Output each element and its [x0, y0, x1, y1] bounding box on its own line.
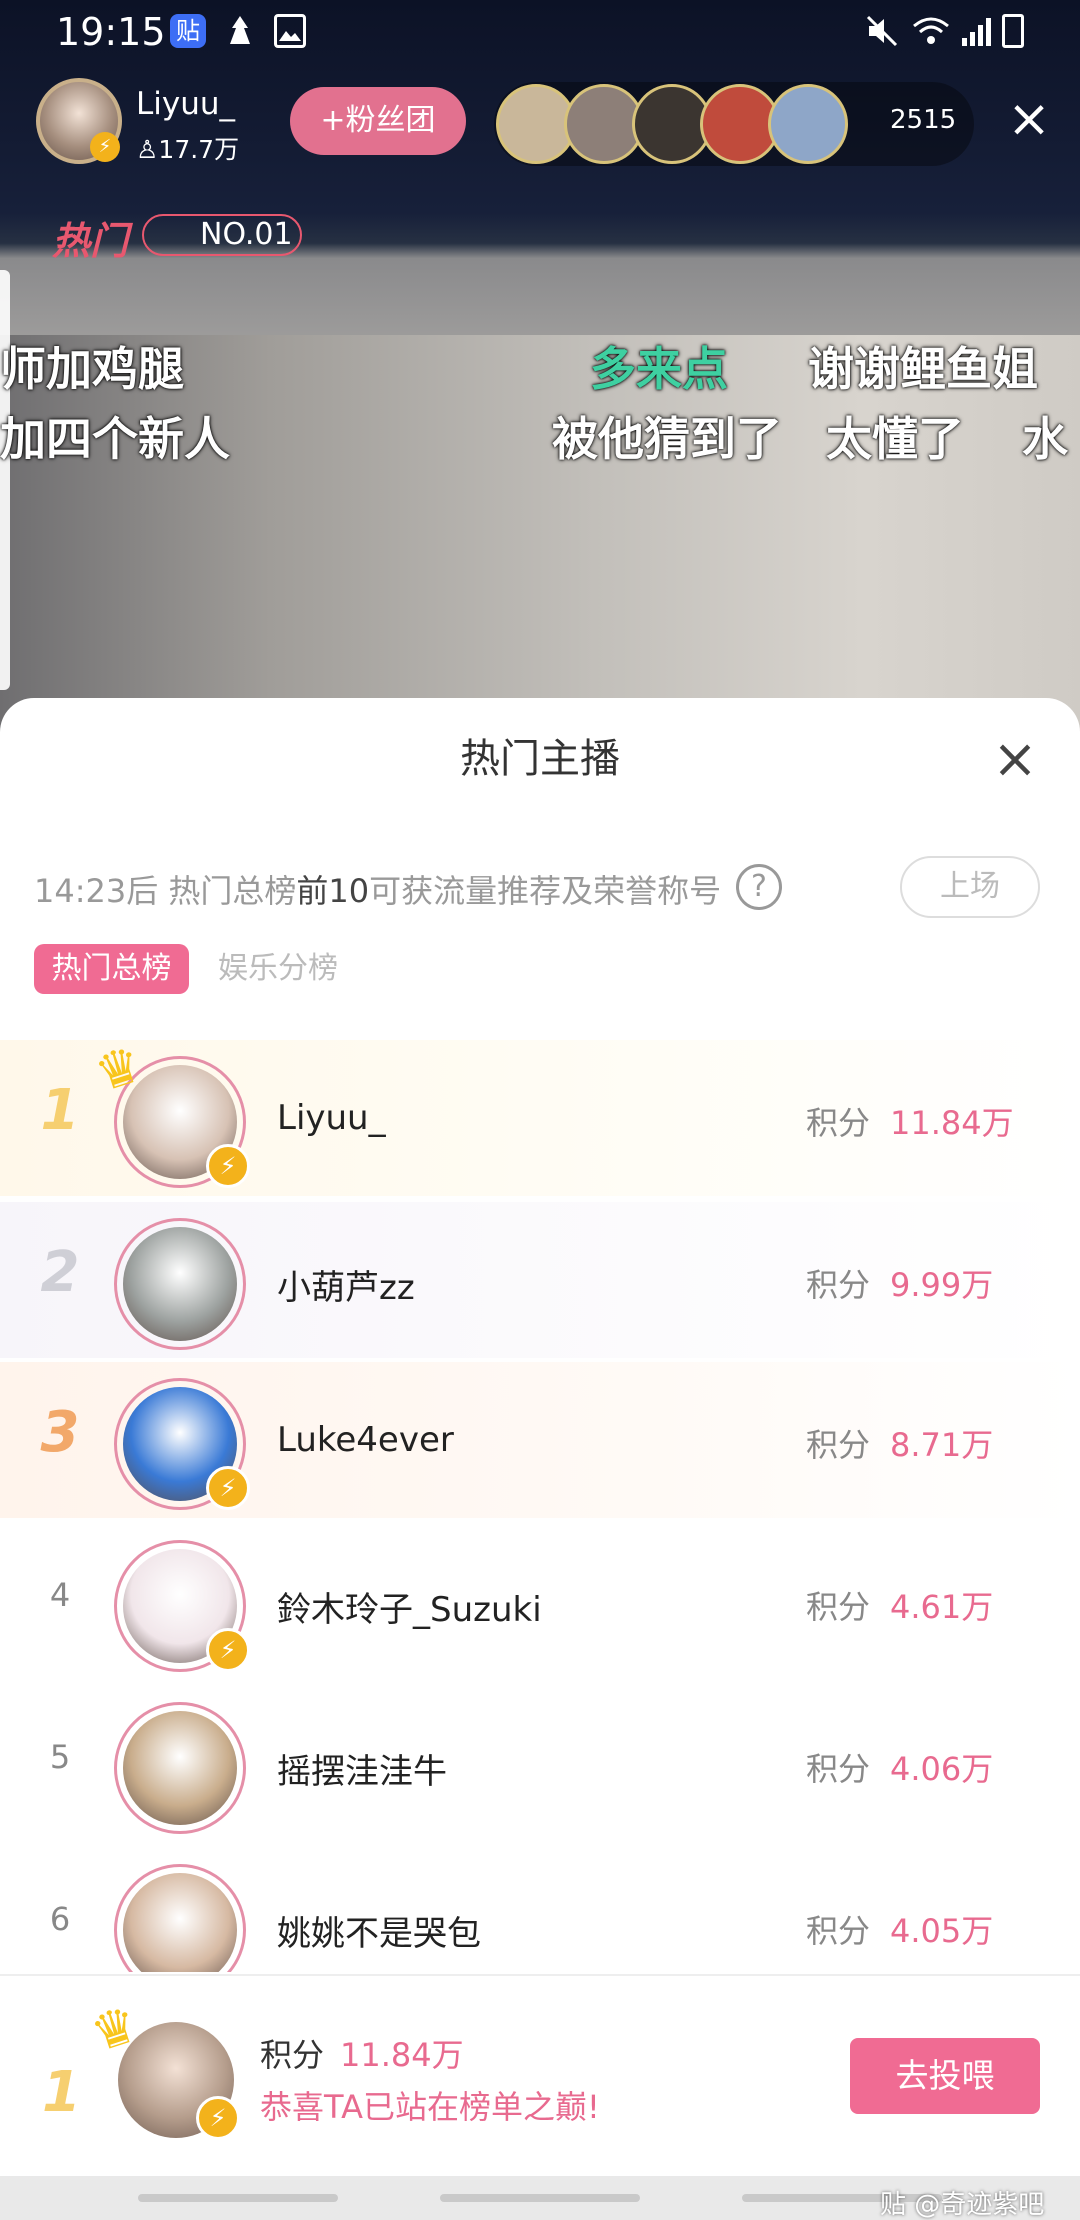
score-value: 11.84万 — [890, 1104, 1014, 1142]
hot-rank-tag[interactable]: NO.01 热门 — [52, 210, 302, 263]
status-time: 19:15 — [56, 10, 166, 54]
footer-congrats: 恭喜TA已站在榜单之巅! — [260, 2088, 600, 2126]
hot-rank-label: 热门 — [52, 219, 129, 263]
rank-number: 5 — [49, 1738, 71, 1776]
score-label: 积分 — [806, 1266, 871, 1304]
ranking-row[interactable]: 1 ♛ ⚡ Liyuu_ 积分 11.84万 — [0, 1040, 1080, 1200]
lightning-badge-icon: ⚡ — [196, 2096, 240, 2140]
score-value: 4.61万 — [890, 1588, 994, 1626]
score-label: 积分 — [806, 1588, 871, 1626]
score-label: 积分 — [806, 1750, 871, 1788]
ranking-list[interactable]: 1 ♛ ⚡ Liyuu_ 积分 11.84万 2 小葫芦zz 积分 9.99万 3 ⚡ Luke4eve… — [0, 1040, 1080, 1972]
score-value: 4.06万 — [890, 1750, 994, 1788]
score-label: 积分 — [806, 1104, 871, 1142]
danmaku-comment: 师加鸡腿 — [0, 342, 184, 396]
close-sheet-icon[interactable]: × — [990, 732, 1040, 786]
danmaku-comment: 谢谢鲤鱼姐 — [808, 342, 1038, 396]
footer-score-value: 11.84万 — [340, 2036, 464, 2074]
streamer-name[interactable]: 鈴木玲子_Suzuki — [277, 1582, 542, 1631]
ranking-row[interactable]: 5 摇摆洼洼牛 积分 4.06万 — [0, 1686, 1080, 1846]
lightning-badge-icon: ⚡ — [90, 132, 120, 162]
tab-entertainment[interactable]: 娱乐分榜 — [218, 944, 338, 994]
app-notification-icon — [224, 14, 256, 48]
score-label: 积分 — [806, 1912, 871, 1950]
rank-number: 2 — [40, 1240, 80, 1305]
nav-home[interactable] — [440, 2194, 640, 2202]
score-label: 积分 — [806, 1426, 871, 1464]
viewer-count[interactable]: 2515 — [890, 105, 956, 135]
image-notification-icon — [274, 14, 306, 48]
nav-back[interactable] — [138, 2194, 338, 2202]
join-ranking-button[interactable]: 上场 — [900, 856, 1040, 918]
lightning-badge-icon: ⚡ — [206, 1466, 250, 1510]
streamer-name[interactable]: Liyuu_ — [277, 1098, 386, 1138]
rank-avatar[interactable] — [114, 1702, 246, 1834]
rank-number: 6 — [49, 1900, 71, 1938]
rank-number: 4 — [49, 1576, 71, 1614]
viewer-avatar[interactable] — [768, 84, 848, 164]
rank-avatar[interactable] — [114, 1218, 246, 1350]
score-value: 8.71万 — [890, 1426, 994, 1464]
streamer-name[interactable]: 摇摆洼洼牛 — [277, 1744, 447, 1793]
ranking-row[interactable]: 6 姚姚不是哭包 积分 4.05万 — [0, 1848, 1080, 1972]
current-host-summary: 1 ♛ ⚡ 积分 11.84万 恭喜TA已站在榜单之巅! 去投喂 — [0, 1974, 1080, 2174]
status-bar: 19:15 贴 — [0, 0, 1080, 62]
fan-club-button[interactable]: +粉丝团 — [290, 87, 466, 155]
danmaku-comment: 太懂了 — [826, 412, 964, 466]
hot-streamers-sheet: 热门主播 × 14:23后 热门总榜前10可获流量推荐及荣誉称号 ? 上场 热门… — [0, 698, 1080, 2220]
followers-icon: ♙ — [136, 135, 159, 164]
streamer-name[interactable]: 姚姚不是哭包 — [277, 1906, 481, 1955]
rank-number: 3 — [40, 1400, 80, 1465]
host-name[interactable]: Liyuu_ — [136, 86, 235, 122]
tieba-notification-icon: 贴 — [170, 14, 206, 48]
signal-icon — [960, 14, 992, 48]
help-icon[interactable]: ? — [736, 864, 782, 910]
watermark: 贴 @奇迹紫吧 — [880, 2190, 1045, 2220]
danmaku-comment: 多来点 — [590, 342, 728, 396]
mute-icon — [865, 14, 899, 48]
rank-avatar[interactable] — [114, 1864, 246, 1972]
ranking-row[interactable]: 3 ⚡ Luke4ever 积分 8.71万 — [0, 1362, 1080, 1522]
sheet-title: 热门主播 — [460, 736, 620, 782]
close-stream-icon[interactable]: × — [1004, 93, 1054, 145]
tab-hot-total[interactable]: 热门总榜 — [34, 944, 189, 994]
system-nav-bar: 贴 @奇迹紫吧 — [0, 2176, 1080, 2220]
rank-number: 1 — [40, 1078, 80, 1143]
danmaku-comment: 被他猜到了 — [552, 412, 782, 466]
danmaku-comment: 水 — [1022, 412, 1068, 466]
gift-vote-button[interactable]: 去投喂 — [850, 2038, 1040, 2114]
ranking-row[interactable]: 4 ⚡ 鈴木玲子_Suzuki 积分 4.61万 — [0, 1524, 1080, 1684]
hot-rank-number: NO.01 — [142, 214, 302, 256]
battery-icon — [1002, 14, 1024, 48]
danmaku-comment: 加四个新人 — [0, 412, 230, 466]
score-value: 4.05万 — [890, 1912, 994, 1950]
host-fan-count: ♙17.7万 — [136, 135, 240, 164]
lightning-badge-icon: ⚡ — [206, 1144, 250, 1188]
footer-score-label: 积分 — [260, 2036, 325, 2074]
lightning-badge-icon: ⚡ — [206, 1628, 250, 1672]
countdown-info: 14:23后 热门总榜前10可获流量推荐及荣誉称号 — [34, 872, 722, 910]
ranking-row[interactable]: 2 小葫芦zz 积分 9.99万 — [0, 1202, 1080, 1362]
wifi-icon — [912, 14, 950, 48]
streamer-name[interactable]: Luke4ever — [277, 1420, 454, 1460]
streamer-name[interactable]: 小葫芦zz — [277, 1260, 415, 1309]
footer-rank: 1 — [42, 2060, 81, 2125]
score-value: 9.99万 — [890, 1266, 994, 1304]
